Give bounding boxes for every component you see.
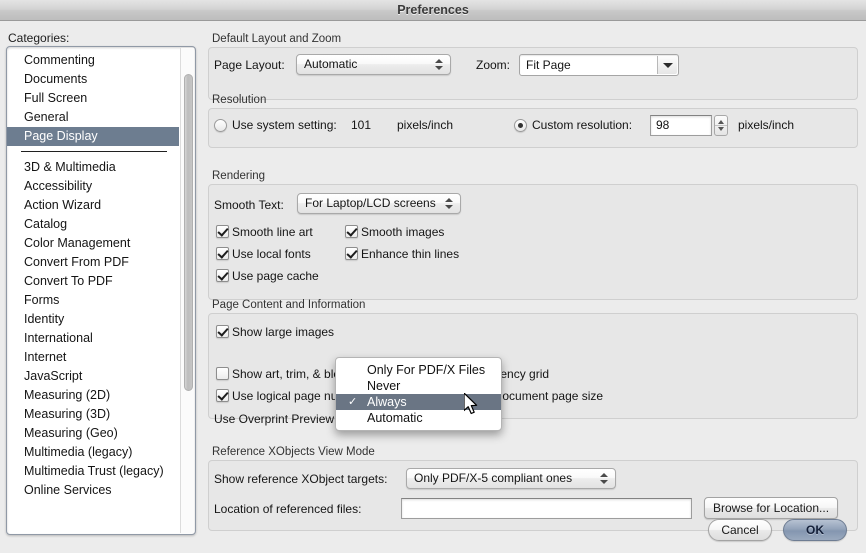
zoom-label: Zoom: xyxy=(476,58,511,72)
categories-list-box[interactable]: Commenting Documents Full Screen General… xyxy=(6,46,196,535)
checkbox-show-art-trim-bleed-boxes[interactable] xyxy=(216,367,229,380)
categories-scrollbar[interactable] xyxy=(180,48,194,533)
custom-resolution-units: pixels/inch xyxy=(738,118,795,132)
ok-button[interactable]: OK xyxy=(783,519,847,541)
use-overprint-preview-label: Use Overprint Preview: xyxy=(214,412,338,426)
sidebar-item-3d-multimedia[interactable]: 3D & Multimedia xyxy=(7,158,179,177)
sidebar-item-full-screen[interactable]: Full Screen xyxy=(7,89,179,108)
smooth-text-label: Smooth Text: xyxy=(214,198,284,212)
page-layout-popup[interactable]: Automatic xyxy=(296,54,451,75)
sidebar-item-convert-to-pdf[interactable]: Convert To PDF xyxy=(7,272,179,291)
checkbox-use-page-cache[interactable] xyxy=(216,269,229,282)
checkbox-use-local-fonts[interactable] xyxy=(216,247,229,260)
checkbox-smooth-line-art[interactable] xyxy=(216,225,229,238)
smooth-text-popup[interactable]: For Laptop/LCD screens xyxy=(297,193,461,214)
categories-label: Categories: xyxy=(8,31,70,45)
show-reference-xobject-targets-label: Show reference XObject targets: xyxy=(214,472,388,486)
label-enhance-thin-lines: Enhance thin lines xyxy=(361,247,460,261)
sidebar-item-forms[interactable]: Forms xyxy=(7,291,179,310)
sidebar-item-measuring-3d[interactable]: Measuring (3D) xyxy=(7,405,179,424)
sidebar-item-multimedia-trust-legacy[interactable]: Multimedia Trust (legacy) xyxy=(7,462,179,481)
categories-list[interactable]: Commenting Documents Full Screen General… xyxy=(7,51,179,534)
checkmark-icon: ✓ xyxy=(348,396,358,408)
sidebar-item-identity[interactable]: Identity xyxy=(7,310,179,329)
zoom-dropdown-button[interactable] xyxy=(657,56,677,74)
menu-item-label: Always xyxy=(367,395,407,409)
sidebar-item-measuring-2d[interactable]: Measuring (2D) xyxy=(7,386,179,405)
updown-arrows-icon xyxy=(435,55,444,74)
location-of-referenced-files-input[interactable] xyxy=(401,498,692,519)
menu-item-only-for-pdfx-files[interactable]: Only For PDF/X Files xyxy=(336,362,501,378)
sidebar-item-internet[interactable]: Internet xyxy=(7,348,179,367)
label-use-local-fonts: Use local fonts xyxy=(232,247,311,261)
label-smooth-images: Smooth images xyxy=(361,225,445,239)
sidebar-item-convert-from-pdf[interactable]: Convert From PDF xyxy=(7,253,179,272)
zoom-combobox[interactable]: Fit Page xyxy=(519,54,679,76)
checkbox-use-logical-page-numbers[interactable] xyxy=(216,389,229,402)
menu-item-label: Never xyxy=(367,379,401,393)
show-reference-xobject-targets-popup[interactable]: Only PDF/X-5 compliant ones xyxy=(406,468,616,489)
window-title-bar[interactable]: Preferences xyxy=(0,0,866,21)
window-title: Preferences xyxy=(397,3,469,17)
sidebar-item-online-services[interactable]: Online Services xyxy=(7,481,179,500)
page-layout-label: Page Layout: xyxy=(214,58,285,72)
custom-resolution-label: Custom resolution: xyxy=(532,118,633,132)
smooth-text-value: For Laptop/LCD screens xyxy=(305,196,436,210)
updown-arrows-icon xyxy=(445,194,454,213)
sidebar-item-accessibility[interactable]: Accessibility xyxy=(7,177,179,196)
show-reference-xobject-targets-value: Only PDF/X-5 compliant ones xyxy=(414,471,573,485)
radio-use-system-setting[interactable] xyxy=(214,119,227,132)
sidebar-divider xyxy=(21,151,167,152)
group-title-resolution: Resolution xyxy=(212,94,267,106)
updown-arrows-icon xyxy=(600,469,609,488)
system-resolution-value: 101 xyxy=(351,118,372,132)
group-title-rendering: Rendering xyxy=(212,170,266,182)
sidebar-item-general[interactable]: General xyxy=(7,108,179,127)
stepper-down-icon xyxy=(718,127,724,131)
group-title-default-layout-and-zoom: Default Layout and Zoom xyxy=(212,33,342,45)
cancel-button[interactable]: Cancel xyxy=(708,519,772,541)
sidebar-item-javascript[interactable]: JavaScript xyxy=(7,367,179,386)
stepper-up-icon xyxy=(718,120,724,124)
mouse-cursor-icon xyxy=(464,393,478,415)
label-show-large-images: Show large images xyxy=(232,325,335,339)
custom-resolution-input[interactable]: 98 xyxy=(650,115,712,136)
label-use-page-cache: Use page cache xyxy=(232,269,319,283)
custom-resolution-value: 98 xyxy=(656,118,670,132)
checkbox-show-large-images[interactable] xyxy=(216,325,229,338)
use-system-setting-label: Use system setting: xyxy=(232,118,337,132)
radio-custom-resolution[interactable] xyxy=(514,119,527,132)
sidebar-item-multimedia-legacy[interactable]: Multimedia (legacy) xyxy=(7,443,179,462)
group-title-reference-xobjects-view-mode: Reference XObjects View Mode xyxy=(212,446,375,458)
label-smooth-line-art: Smooth line art xyxy=(232,225,313,239)
browse-for-location-button[interactable]: Browse for Location... xyxy=(704,497,838,519)
menu-item-never[interactable]: Never xyxy=(336,378,501,394)
checkbox-smooth-images[interactable] xyxy=(345,225,358,238)
menu-item-label: Only For PDF/X Files xyxy=(367,363,486,377)
sidebar-item-action-wizard[interactable]: Action Wizard xyxy=(7,196,179,215)
location-of-referenced-files-label: Location of referenced files: xyxy=(214,502,362,516)
sidebar-item-page-display[interactable]: Page Display xyxy=(7,127,179,146)
chevron-down-icon xyxy=(663,63,673,68)
group-title-page-content-and-information: Page Content and Information xyxy=(212,299,366,311)
system-resolution-units: pixels/inch xyxy=(397,118,454,132)
sidebar-item-catalog[interactable]: Catalog xyxy=(7,215,179,234)
categories-scrollbar-thumb[interactable] xyxy=(184,74,193,391)
custom-resolution-stepper[interactable] xyxy=(714,115,728,136)
dialog-body: Categories: Commenting Documents Full Sc… xyxy=(0,21,866,553)
sidebar-item-international[interactable]: International xyxy=(7,329,179,348)
menu-item-label: Automatic xyxy=(367,411,423,425)
sidebar-item-measuring-geo[interactable]: Measuring (Geo) xyxy=(7,424,179,443)
zoom-value: Fit Page xyxy=(526,58,571,72)
page-layout-value: Automatic xyxy=(304,57,358,71)
checkbox-enhance-thin-lines[interactable] xyxy=(345,247,358,260)
sidebar-item-commenting[interactable]: Commenting xyxy=(7,51,179,70)
sidebar-item-documents[interactable]: Documents xyxy=(7,70,179,89)
sidebar-item-color-management[interactable]: Color Management xyxy=(7,234,179,253)
